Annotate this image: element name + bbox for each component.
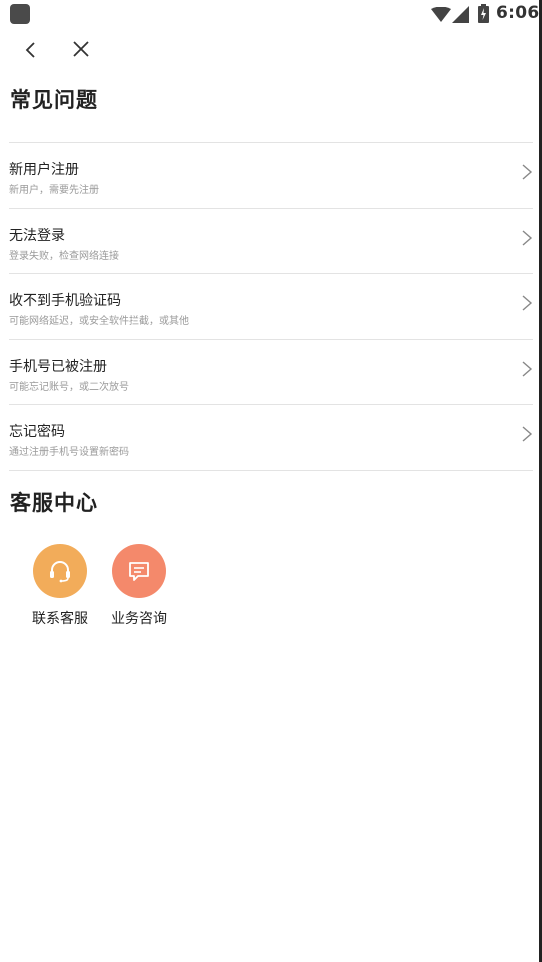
service-circle — [112, 544, 166, 598]
faq-section-title: 常见问题 — [10, 88, 98, 112]
faq-item-new-user[interactable]: 新用户注册 新用户，需要先注册 — [9, 143, 533, 209]
chevron-right-icon — [522, 426, 533, 442]
faq-item-desc: 登录失败，检查网络连接 — [9, 250, 119, 262]
chevron-right-icon — [522, 164, 533, 180]
service-circle — [33, 544, 87, 598]
headset-icon — [50, 561, 70, 583]
business-consult-button[interactable]: 业务咨询 — [104, 544, 174, 628]
message-icon — [129, 562, 149, 581]
app-notification-icon — [10, 4, 30, 24]
chevron-right-icon — [522, 360, 533, 377]
faq-item-title: 收不到手机验证码 — [9, 293, 121, 309]
service-label: 联系客服 — [32, 611, 88, 627]
contact-service-button[interactable]: 联系客服 — [25, 544, 95, 628]
screen: 6:06 常见问题 新用户注册 新用户，需要先注册 无法登录 登录失败，检查网络… — [0, 0, 542, 962]
service-label: 业务咨询 — [111, 611, 167, 627]
faq-item-no-sms-code[interactable]: 收不到手机验证码 可能网络延迟，或安全软件拦截，或其他 — [9, 274, 533, 340]
battery-charging-icon — [478, 4, 489, 23]
chevron-right-icon — [522, 229, 533, 246]
faq-item-desc: 新用户，需要先注册 — [9, 185, 99, 196]
service-section-title: 客服中心 — [10, 491, 98, 515]
signal-icon — [452, 6, 469, 23]
faq-item-desc: 通过注册手机号设置新密码 — [9, 447, 129, 458]
close-icon[interactable] — [70, 38, 92, 60]
faq-item-desc: 可能忘记账号，或二次放号 — [9, 381, 129, 393]
status-time: 6:06 — [496, 3, 540, 23]
faq-item-login-failed[interactable]: 无法登录 登录失败，检查网络连接 — [9, 209, 533, 274]
faq-item-phone-registered[interactable]: 手机号已被注册 可能忘记账号，或二次放号 — [9, 340, 533, 405]
faq-item-title: 新用户注册 — [9, 162, 79, 178]
chevron-left-icon[interactable] — [20, 39, 42, 61]
faq-item-desc: 可能网络延迟，或安全软件拦截，或其他 — [9, 316, 189, 327]
faq-item-forgot-password[interactable]: 忘记密码 通过注册手机号设置新密码 — [9, 405, 533, 471]
faq-item-title: 忘记密码 — [9, 424, 65, 440]
chevron-right-icon — [522, 295, 533, 311]
faq-item-title: 无法登录 — [9, 227, 65, 244]
wifi-icon — [431, 7, 451, 22]
faq-list: 新用户注册 新用户，需要先注册 无法登录 登录失败，检查网络连接 收不到手机验证… — [9, 142, 533, 471]
status-bar: 6:06 — [0, 0, 539, 28]
faq-item-title: 手机号已被注册 — [9, 358, 107, 375]
